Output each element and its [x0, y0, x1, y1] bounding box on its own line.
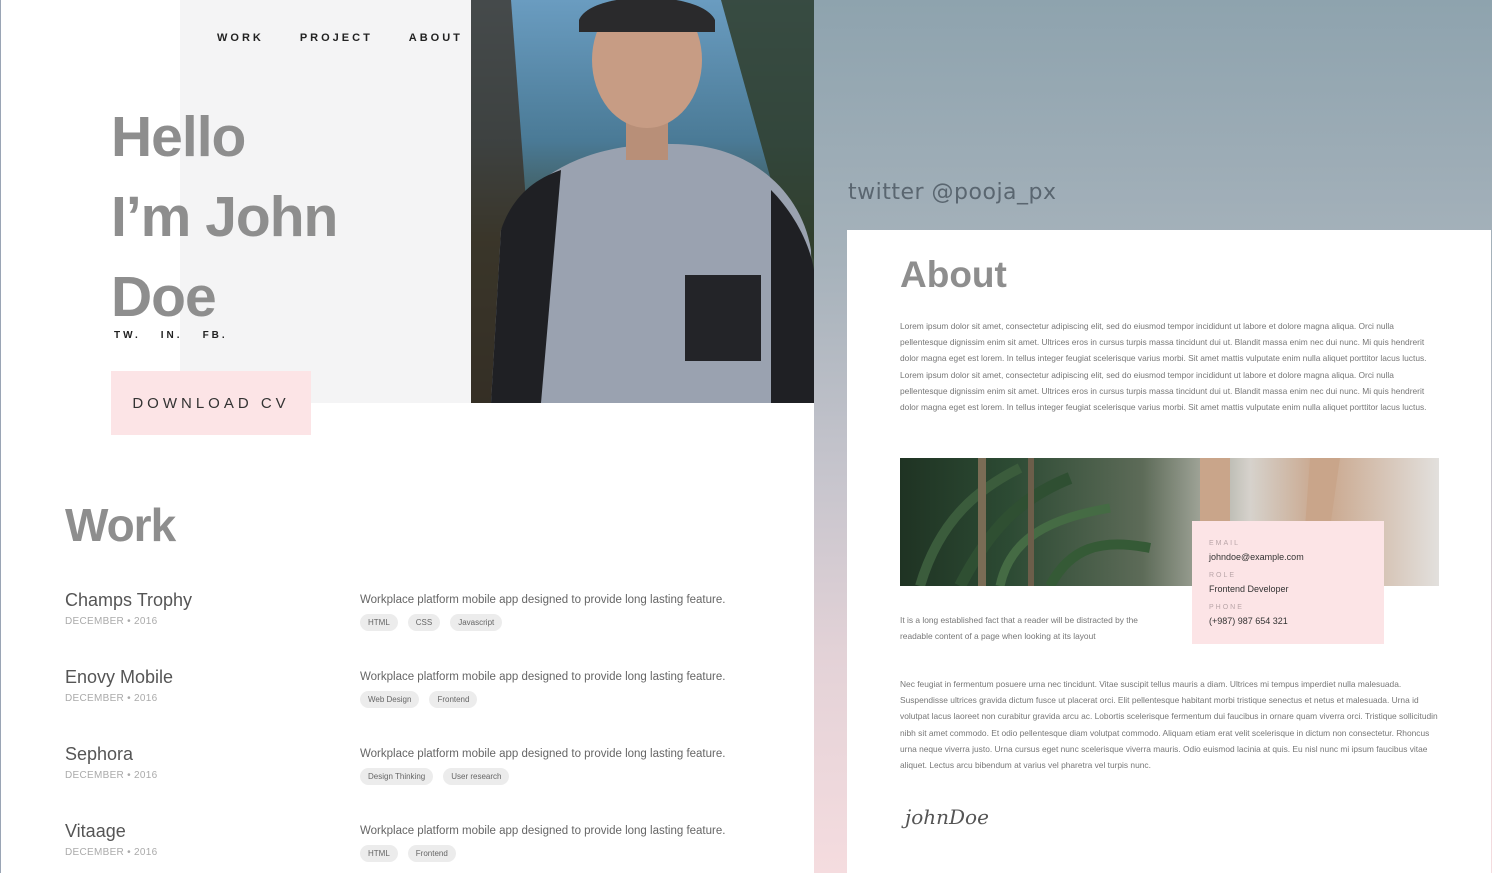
- nav-about[interactable]: ABOUT: [409, 32, 463, 44]
- nav-work[interactable]: WORK: [217, 32, 264, 44]
- contact-card: EMAIL johndoe@example.com ROLE Frontend …: [1192, 521, 1384, 644]
- email-label: EMAIL: [1209, 540, 1241, 547]
- work-item-name: Sephora: [65, 744, 134, 764]
- email-value[interactable]: johndoe@example.com: [1209, 552, 1304, 562]
- twitter-handle[interactable]: twitter @pooja_px: [848, 180, 1057, 205]
- work-item[interactable]: Sephora DECEMBER • 2016 Workplace platfo…: [65, 744, 765, 804]
- work-section-title: Work: [65, 499, 176, 551]
- hero-title-line: I’m John: [111, 185, 338, 249]
- work-item-tags: Web Design Frontend: [360, 691, 478, 708]
- social-instagram[interactable]: IN.: [161, 330, 183, 341]
- tag: HTML: [360, 614, 398, 631]
- tag: Design Thinking: [360, 768, 434, 785]
- social-facebook[interactable]: FB.: [203, 330, 228, 341]
- work-item-description: Workplace platform mobile app designed t…: [360, 671, 726, 683]
- tag: HTML: [360, 845, 398, 862]
- role-value: Frontend Developer: [1209, 584, 1289, 594]
- social-twitter[interactable]: TW.: [114, 330, 141, 341]
- tag: Frontend: [407, 845, 456, 862]
- work-item[interactable]: Champs Trophy DECEMBER • 2016 Workplace …: [65, 590, 765, 650]
- work-item-tags: HTML Frontend: [360, 845, 456, 862]
- tag: Web Design: [360, 691, 420, 708]
- work-item-date: DECEMBER • 2016: [65, 847, 158, 858]
- hero-title-line: Hello: [111, 105, 246, 169]
- work-item-name: Vitaage: [65, 821, 126, 841]
- tag: Javascript: [450, 614, 503, 631]
- portrait-photo: [471, 0, 814, 403]
- social-links: TW. IN. FB.: [114, 330, 248, 341]
- work-item[interactable]: Enovy Mobile DECEMBER • 2016 Workplace p…: [65, 667, 765, 727]
- work-item-date: DECEMBER • 2016: [65, 616, 158, 627]
- work-item-date: DECEMBER • 2016: [65, 770, 158, 781]
- tag: Frontend: [429, 691, 478, 708]
- nav-project[interactable]: PROJECT: [300, 32, 373, 44]
- top-nav: WORK PROJECT ABOUT: [217, 32, 499, 44]
- work-item-name: Champs Trophy: [65, 590, 193, 610]
- work-item-description: Workplace platform mobile app designed t…: [360, 594, 726, 606]
- about-card: About Lorem ipsum dolor sit amet, consec…: [847, 230, 1491, 873]
- phone-value[interactable]: (+987) 987 654 321: [1209, 616, 1288, 626]
- signature: johnDoe: [905, 805, 989, 829]
- about-title: About: [900, 254, 1007, 295]
- about-short-text: It is a long established fact that a rea…: [900, 615, 1138, 641]
- work-item[interactable]: Vitaage DECEMBER • 2016 Workplace platfo…: [65, 821, 765, 881]
- work-item-date: DECEMBER • 2016: [65, 693, 158, 704]
- about-paragraph: Lorem ipsum dolor sit amet, consectetur …: [900, 321, 1427, 413]
- tag: CSS: [407, 614, 441, 631]
- portrait-illustration: [471, 0, 814, 403]
- phone-label: PHONE: [1209, 604, 1244, 611]
- page-edge-line: [0, 0, 1, 873]
- hero-title-line: Doe: [111, 265, 217, 329]
- work-item-tags: HTML CSS Javascript: [360, 614, 503, 631]
- work-item-tags: Design Thinking User research: [360, 768, 510, 785]
- hero-title: Hello I’m John Doe: [111, 97, 338, 337]
- tag: User research: [443, 768, 510, 785]
- download-cv-button[interactable]: DOWNLOAD CV: [111, 371, 311, 435]
- work-item-description: Workplace platform mobile app designed t…: [360, 825, 726, 837]
- work-item-name: Enovy Mobile: [65, 667, 174, 687]
- work-item-description: Workplace platform mobile app designed t…: [360, 748, 726, 760]
- role-label: ROLE: [1209, 572, 1237, 579]
- about-paragraph-2: Nec feugiat in fermentum posuere urna ne…: [900, 679, 1438, 771]
